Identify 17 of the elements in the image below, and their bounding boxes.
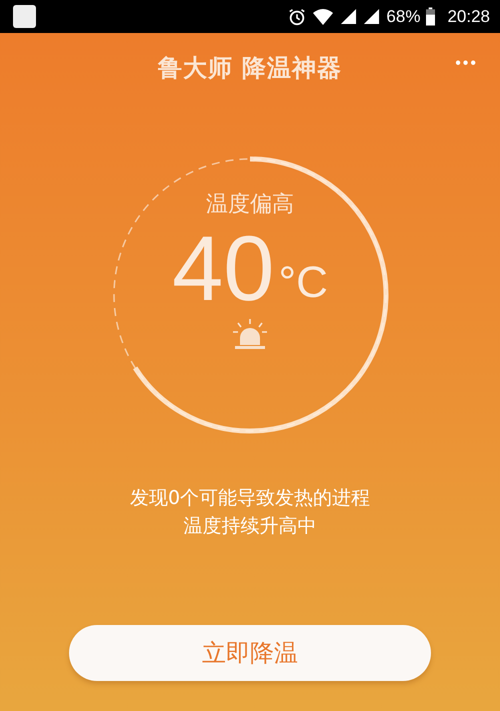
battery-percent: 68% — [386, 6, 420, 26]
status-message: 发现0个可能导致发热的进程 — [130, 486, 370, 511]
cool-down-button[interactable]: 立即降温 — [69, 625, 431, 681]
battery-icon — [426, 7, 436, 26]
notification-icon — [13, 5, 36, 28]
app-title: 鲁大师 降温神器 — [158, 53, 342, 84]
alarm-icon — [288, 8, 306, 26]
signal-icon — [340, 8, 358, 25]
wifi-icon — [312, 8, 334, 26]
signal-icon — [363, 8, 380, 25]
siren-icon — [230, 318, 270, 350]
clock-time: 20:28 — [447, 6, 490, 26]
status-message: 温度持续升高中 — [184, 514, 316, 539]
temperature-status: 温度偏高 — [206, 191, 294, 219]
more-menu-button[interactable]: ••• — [451, 51, 482, 77]
temperature-unit: °C — [278, 258, 328, 308]
temperature-value: 40 — [172, 221, 274, 318]
